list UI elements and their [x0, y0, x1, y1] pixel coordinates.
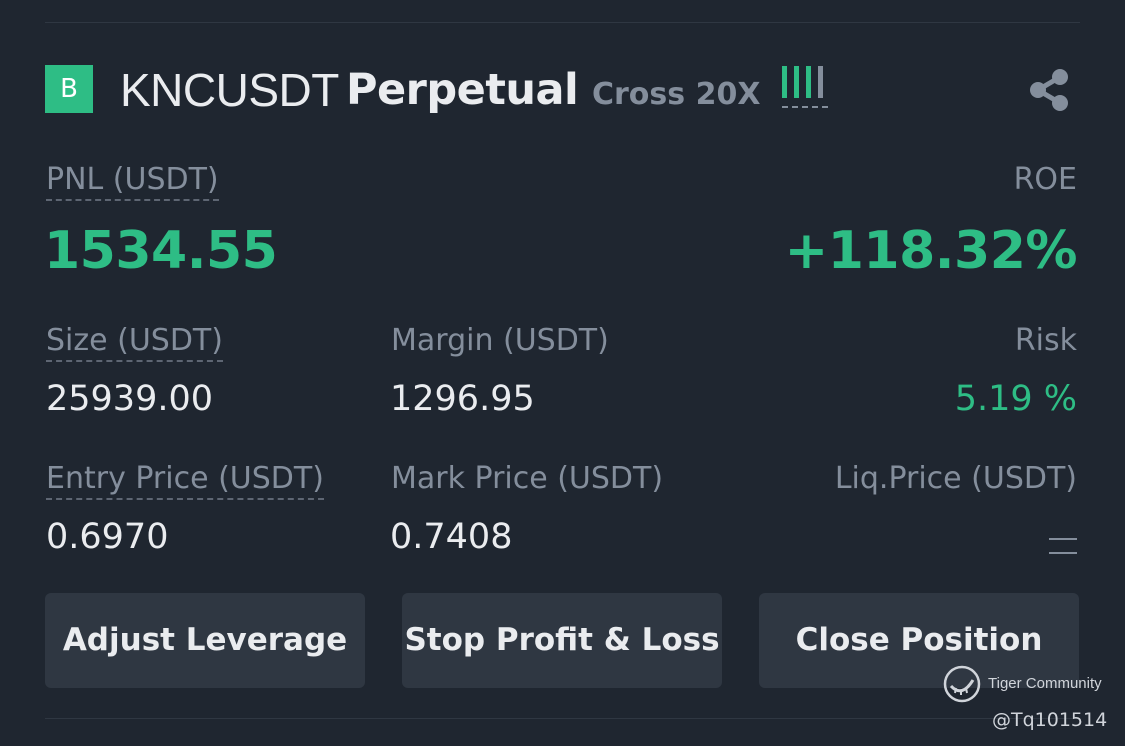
- risk-label: Risk: [1014, 323, 1077, 358]
- bottom-divider: [45, 718, 1080, 719]
- stop-profit-loss-button[interactable]: Stop Profit & Loss: [402, 593, 722, 688]
- tiger-community-logo-icon: [943, 665, 981, 703]
- margin-label: Margin (USDT): [391, 323, 609, 358]
- contract-type: Perpetual: [346, 65, 579, 115]
- entry-price-label-text: Entry Price (USDT): [46, 461, 324, 500]
- leverage-bars-icon[interactable]: [782, 66, 828, 110]
- entry-price-value: 0.6970: [46, 517, 169, 557]
- pnl-value: 1534.55: [44, 221, 278, 281]
- side-badge: B: [45, 65, 93, 113]
- top-divider: [45, 22, 1080, 23]
- entry-price-label[interactable]: Entry Price (USDT): [46, 459, 324, 500]
- size-label-text: Size (USDT): [46, 323, 223, 362]
- symbol-name[interactable]: KNCUSDT: [120, 62, 339, 118]
- watermark-handle: @Tq101514: [992, 709, 1108, 731]
- mark-price-label: Mark Price (USDT): [391, 461, 664, 496]
- size-value: 25939.00: [46, 379, 214, 419]
- roe-label: ROE: [1013, 162, 1077, 197]
- liq-price-label: Liq.Price (USDT): [834, 461, 1077, 496]
- mark-price-value: 0.7408: [390, 517, 513, 557]
- leverage-bar: [794, 66, 799, 98]
- pnl-label-text: PNL (USDT): [46, 162, 219, 201]
- margin-mode-leverage[interactable]: Cross 20X: [592, 76, 760, 114]
- roe-value: +118.32%: [784, 221, 1078, 281]
- share-icon[interactable]: [1026, 67, 1072, 113]
- leverage-underline: [782, 106, 828, 108]
- leverage-bar: [782, 66, 787, 98]
- liq-price-value: [1049, 536, 1077, 556]
- size-label[interactable]: Size (USDT): [46, 321, 223, 362]
- risk-value: 5.19 %: [954, 379, 1077, 419]
- leverage-bar: [806, 66, 811, 98]
- pnl-label[interactable]: PNL (USDT): [46, 160, 219, 201]
- watermark-name: Tiger Community: [988, 675, 1102, 692]
- adjust-leverage-button[interactable]: Adjust Leverage: [45, 593, 365, 688]
- leverage-bar: [818, 66, 823, 98]
- margin-value: 1296.95: [390, 379, 535, 419]
